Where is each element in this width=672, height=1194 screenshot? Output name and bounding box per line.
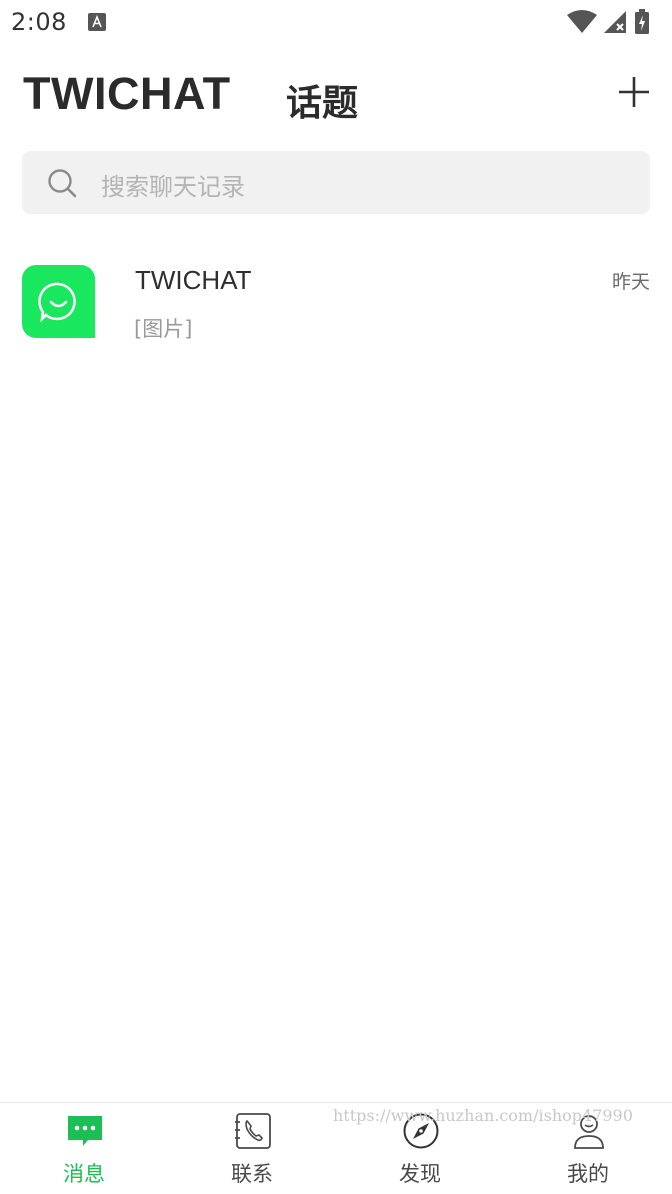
search-input[interactable]: 搜索聊天记录 (22, 151, 650, 214)
smile-chat-icon (38, 282, 76, 322)
chat-list-item[interactable]: TWICHAT [图片] 昨天 (0, 245, 672, 355)
nav-label: 消息 (63, 1162, 105, 1186)
app-title: TWICHAT (23, 68, 231, 119)
chat-preview: [图片] (134, 317, 193, 341)
status-time: 2:08 (11, 8, 67, 36)
watermark: https://www.huzhan.com/ishop47990 (333, 1106, 633, 1125)
contacts-icon (235, 1113, 271, 1149)
chat-name: TWICHAT (135, 265, 252, 295)
message-icon (68, 1116, 102, 1146)
add-button[interactable] (616, 74, 652, 110)
search-placeholder: 搜索聊天记录 (101, 173, 245, 201)
battery-icon (635, 9, 649, 34)
nav-label: 发现 (399, 1162, 441, 1186)
nav-label: 联系 (231, 1162, 273, 1186)
search-icon (48, 169, 77, 198)
chat-time: 昨天 (611, 271, 650, 293)
a-icon (88, 13, 106, 31)
avatar (22, 265, 95, 338)
nav-item-contacts[interactable]: 联系 (168, 1103, 336, 1194)
nav-item-messages[interactable]: 消息 (0, 1103, 168, 1194)
status-bar: 2:08 (0, 0, 672, 46)
nav-label: 我的 (567, 1162, 609, 1186)
wifi-icon (567, 10, 597, 33)
screen: 2:08 TWICHAT 话题 搜索聊天记录 TWICHAT [图片] 昨天 消… (0, 0, 672, 1194)
tab-topics[interactable]: 话题 (286, 74, 358, 126)
signal-icon (604, 11, 626, 33)
